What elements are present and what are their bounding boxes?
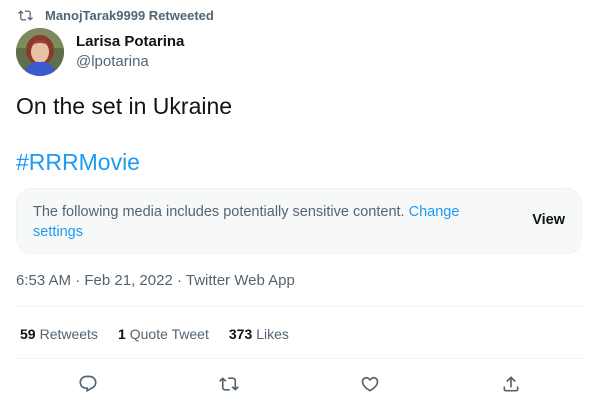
retweets-stat[interactable]: 59 Retweets (20, 325, 98, 343)
author-handle[interactable]: @lpotarina (76, 52, 184, 72)
like-button[interactable] (358, 372, 382, 396)
likes-stat[interactable]: 373 Likes (229, 325, 289, 343)
tweet-detail: ManojTarak9999 Retweeted Larisa Potarina… (0, 0, 598, 407)
avatar[interactable] (16, 28, 64, 76)
tweet-actions (0, 372, 598, 396)
share-icon (503, 376, 519, 392)
heart-icon (361, 376, 379, 392)
divider (16, 306, 582, 307)
meta-separator: · (176, 272, 182, 289)
tweet-date[interactable]: Feb 21, 2022 (84, 272, 172, 289)
tweet-time[interactable]: 6:53 AM (16, 272, 71, 289)
tweet-text: On the set in Ukraine (16, 93, 233, 119)
likes-label: Likes (256, 326, 289, 342)
sensitive-notice-message: The following media includes potentially… (33, 204, 405, 220)
likes-count: 373 (228, 326, 253, 342)
sensitive-media-notice: The following media includes potentially… (16, 188, 582, 254)
divider (16, 358, 582, 359)
retweet-button[interactable] (217, 372, 241, 396)
share-button[interactable] (499, 372, 523, 396)
author-display-name[interactable]: Larisa Potarina (76, 32, 184, 52)
retweet-icon (219, 377, 239, 391)
quote-tweets-count: 1 (117, 326, 126, 342)
tweet-source[interactable]: Twitter Web App (186, 272, 295, 289)
sensitive-notice-text: The following media includes potentially… (33, 202, 493, 242)
retweet-context[interactable]: ManojTarak9999 Retweeted (18, 8, 214, 23)
reply-icon (79, 375, 97, 393)
quote-tweets-label: Quote Tweet (129, 326, 209, 342)
view-media-button[interactable]: View (532, 212, 565, 228)
meta-separator: · (75, 272, 81, 289)
retweets-count: 59 (20, 326, 36, 342)
retweet-icon (18, 10, 33, 21)
retweet-context-label: ManojTarak9999 Retweeted (45, 8, 214, 23)
tweet-author: Larisa Potarina @lpotarina (16, 28, 184, 76)
reply-button[interactable] (76, 372, 100, 396)
retweets-label: Retweets (39, 326, 98, 342)
quote-tweets-stat[interactable]: 1 Quote Tweet (118, 325, 209, 343)
tweet-meta: 6:53 AM · Feb 21, 2022 · Twitter Web App (16, 271, 295, 291)
hashtag-link[interactable]: #RRRMovie (16, 148, 140, 176)
tweet-stats: 59 Retweets 1 Quote Tweet 373 Likes (20, 325, 309, 343)
